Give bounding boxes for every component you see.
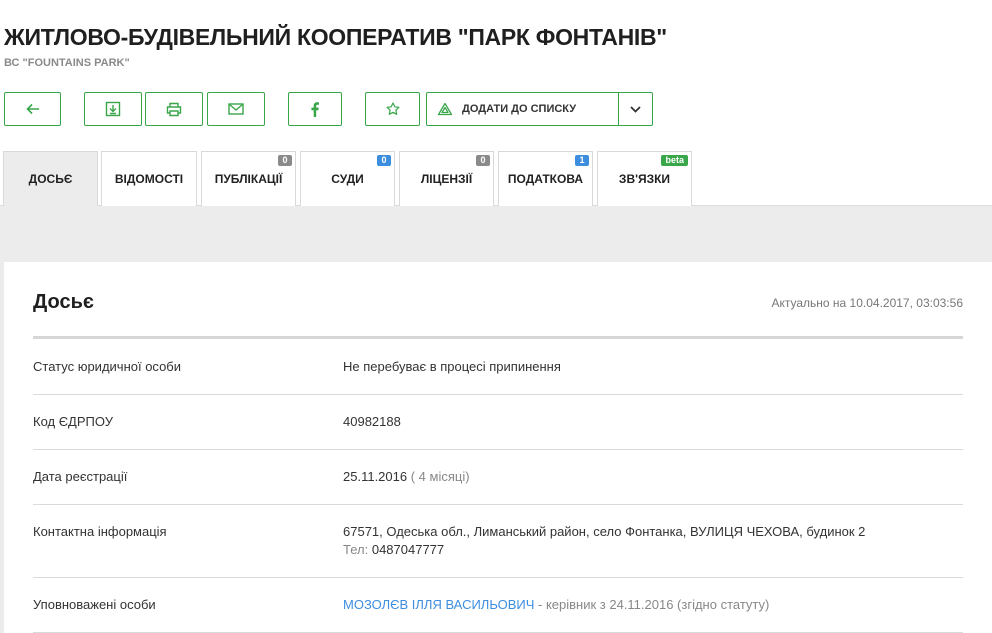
arrow-left-icon	[25, 103, 39, 115]
star-icon	[386, 102, 399, 115]
add-to-list-dropdown[interactable]	[618, 93, 652, 125]
info-row-persons: Уповноважені особи МОЗОЛЄВ ІЛЛЯ ВАСИЛЬОВ…	[33, 578, 963, 633]
printer-icon	[166, 102, 182, 116]
person-role: - керівник з 24.11.2016 (згідно статуту)	[538, 597, 770, 612]
email-button[interactable]	[207, 92, 265, 126]
back-button[interactable]	[4, 92, 61, 126]
tab-licenses[interactable]: 0 ЛІЦЕНЗІЇ	[399, 151, 494, 206]
print-button[interactable]	[145, 92, 203, 126]
download-button[interactable]	[84, 92, 142, 126]
person-link[interactable]: МОЗОЛЄВ ІЛЛЯ ВАСИЛЬОВИЧ	[343, 597, 534, 612]
edrpou-value: 40982188	[343, 414, 401, 429]
envelope-icon	[228, 103, 244, 115]
favorite-button[interactable]	[365, 92, 420, 126]
tab-connections[interactable]: beta ЗВ'ЯЗКИ	[597, 151, 692, 206]
row-label: Код ЄДРПОУ	[33, 414, 113, 429]
info-row-registration: Дата реєстрації 25.11.2016 ( 4 місяці)	[33, 450, 963, 505]
info-row-status: Статус юридичної особи Не перебуває в пр…	[33, 339, 963, 395]
facebook-icon	[311, 101, 319, 117]
tab-courts[interactable]: 0 СУДИ	[300, 151, 395, 206]
row-label: Контактна інформація	[33, 524, 167, 539]
add-to-list-label: ДОДАТИ ДО СПИСКУ	[462, 103, 577, 115]
status-value: Не перебуває в процесі припинення	[343, 359, 561, 374]
dossier-title: Досьє	[33, 291, 94, 313]
registration-value: 25.11.2016 ( 4 місяці)	[343, 469, 470, 484]
registration-date: 25.11.2016	[343, 469, 408, 484]
page-title: ЖИТЛОВО-БУДІВЕЛЬНИЙ КООПЕРАТИВ "ПАРК ФОН…	[4, 24, 667, 50]
facebook-share-button[interactable]	[288, 92, 342, 126]
tab-count-badge: 0	[476, 155, 490, 166]
tab-label: ЛІЦЕНЗІЇ	[420, 172, 473, 186]
tab-beta-badge: beta	[661, 155, 688, 166]
page-subtitle: ВС "FOUNTAINS PARK"	[4, 57, 130, 69]
persons-value: МОЗОЛЄВ ІЛЛЯ ВАСИЛЬОВИЧ - керівник з 24.…	[343, 597, 769, 612]
registration-age: ( 4 місяці)	[410, 469, 470, 484]
info-row-code: Код ЄДРПОУ 40982188	[33, 395, 963, 450]
triangle-icon	[437, 102, 453, 116]
phone-number: 0487047777	[371, 542, 445, 557]
tab-count-badge: 0	[278, 155, 292, 166]
tab-label: ДОСЬЄ	[28, 172, 73, 186]
tab-count-badge: 0	[377, 155, 391, 166]
chevron-down-icon	[630, 105, 641, 113]
tab-publications[interactable]: 0 ПУБЛІКАЦІЇ	[201, 151, 296, 206]
add-to-list-button[interactable]: ДОДАТИ ДО СПИСКУ	[426, 92, 653, 126]
tab-count-badge: 1	[575, 155, 589, 166]
phone-label: Тел:	[343, 542, 369, 557]
updated-timestamp: Актуально на 10.04.2017, 03:03:56	[771, 296, 963, 310]
info-row-contact: Контактна інформація 67571, Одеська обл.…	[33, 505, 963, 578]
tab-label: ПОДАТКОВА	[507, 172, 584, 186]
tab-label: СУДИ	[331, 172, 364, 186]
phone-value: Тел: 0487047777	[343, 542, 444, 557]
tab-tax[interactable]: 1 ПОДАТКОВА	[498, 151, 593, 206]
tab-dossier[interactable]: ДОСЬЄ	[3, 151, 98, 206]
address-value: 67571, Одеська обл., Лиманський район, с…	[343, 524, 866, 539]
row-label: Уповноважені особи	[33, 597, 156, 612]
row-label: Дата реєстрації	[33, 469, 128, 484]
tab-label: ВІДОМОСТІ	[114, 172, 184, 186]
tab-label: ПУБЛІКАЦІЇ	[214, 172, 283, 186]
tab-label: ЗВ'ЯЗКИ	[618, 172, 671, 186]
row-label: Статус юридичної особи	[33, 359, 182, 374]
tab-info[interactable]: ВІДОМОСТІ	[101, 151, 197, 206]
download-icon	[105, 101, 121, 117]
dossier-card: Досьє Актуально на 10.04.2017, 03:03:56 …	[4, 262, 992, 633]
